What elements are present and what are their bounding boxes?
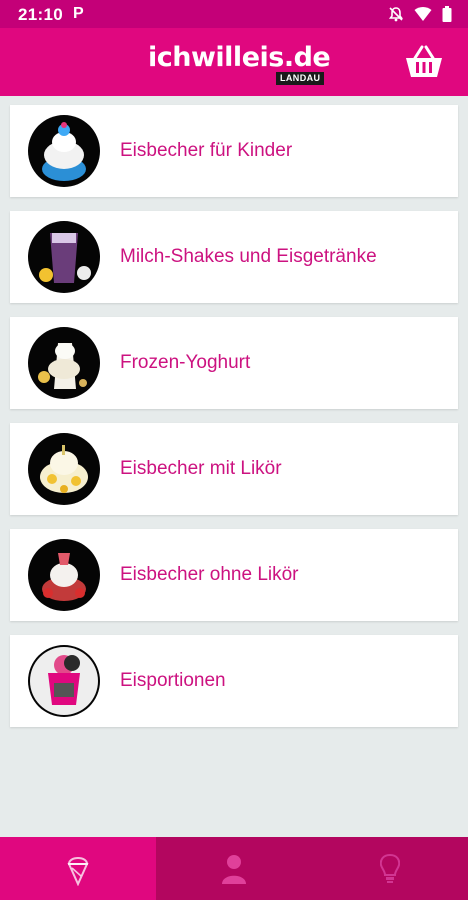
notifications-off-icon [388,7,404,22]
category-label: Eisbecher für Kinder [120,140,293,161]
category-label: Eisbecher mit Likör [120,458,282,479]
logo-subtext: LANDAU [276,72,325,85]
wifi-icon [414,7,432,21]
category-label: Eisbecher ohne Likör [120,564,299,585]
category-image [28,539,100,611]
logo-text: ichwilleis.de [148,42,331,73]
category-image [28,433,100,505]
category-label: Eisportionen [120,670,226,691]
category-label: Frozen-Yoghurt [120,352,251,373]
parking-indicator: P [73,5,84,22]
status-time: 21:10 [18,5,63,24]
tab-account[interactable] [156,837,312,900]
basket-button[interactable] [404,44,444,80]
status-icons [388,6,452,22]
category-image [28,327,100,399]
category-image [28,115,100,187]
category-card-mit-likoer[interactable]: Eisbecher mit Likör [10,423,458,515]
category-card-frozen-yoghurt[interactable]: Frozen-Yoghurt [10,317,458,409]
ice-cream-icon [67,857,89,886]
logo: ichwilleis.de LANDAU [148,41,331,87]
lightbulb-icon [380,854,400,883]
tab-ice-cream[interactable] [0,837,156,900]
category-card-kinder[interactable]: Eisbecher für Kinder [10,105,458,197]
category-card-eisportionen[interactable]: Eisportionen [10,635,458,727]
category-label: Milch-Shakes und Eisgetränke [120,246,377,267]
basket-icon [406,45,442,77]
category-card-ohne-likoer[interactable]: Eisbecher ohne Likör [10,529,458,621]
category-image [28,221,100,293]
category-card-shakes[interactable]: Milch-Shakes und Eisgetränke [10,211,458,303]
battery-icon [442,6,452,22]
category-image [28,645,100,717]
app-bar: ichwilleis.de LANDAU [0,28,468,96]
status-bar: 21:10 P [0,0,468,28]
bottom-navigation [0,837,468,900]
person-icon [222,855,246,884]
tab-info[interactable] [312,837,468,900]
